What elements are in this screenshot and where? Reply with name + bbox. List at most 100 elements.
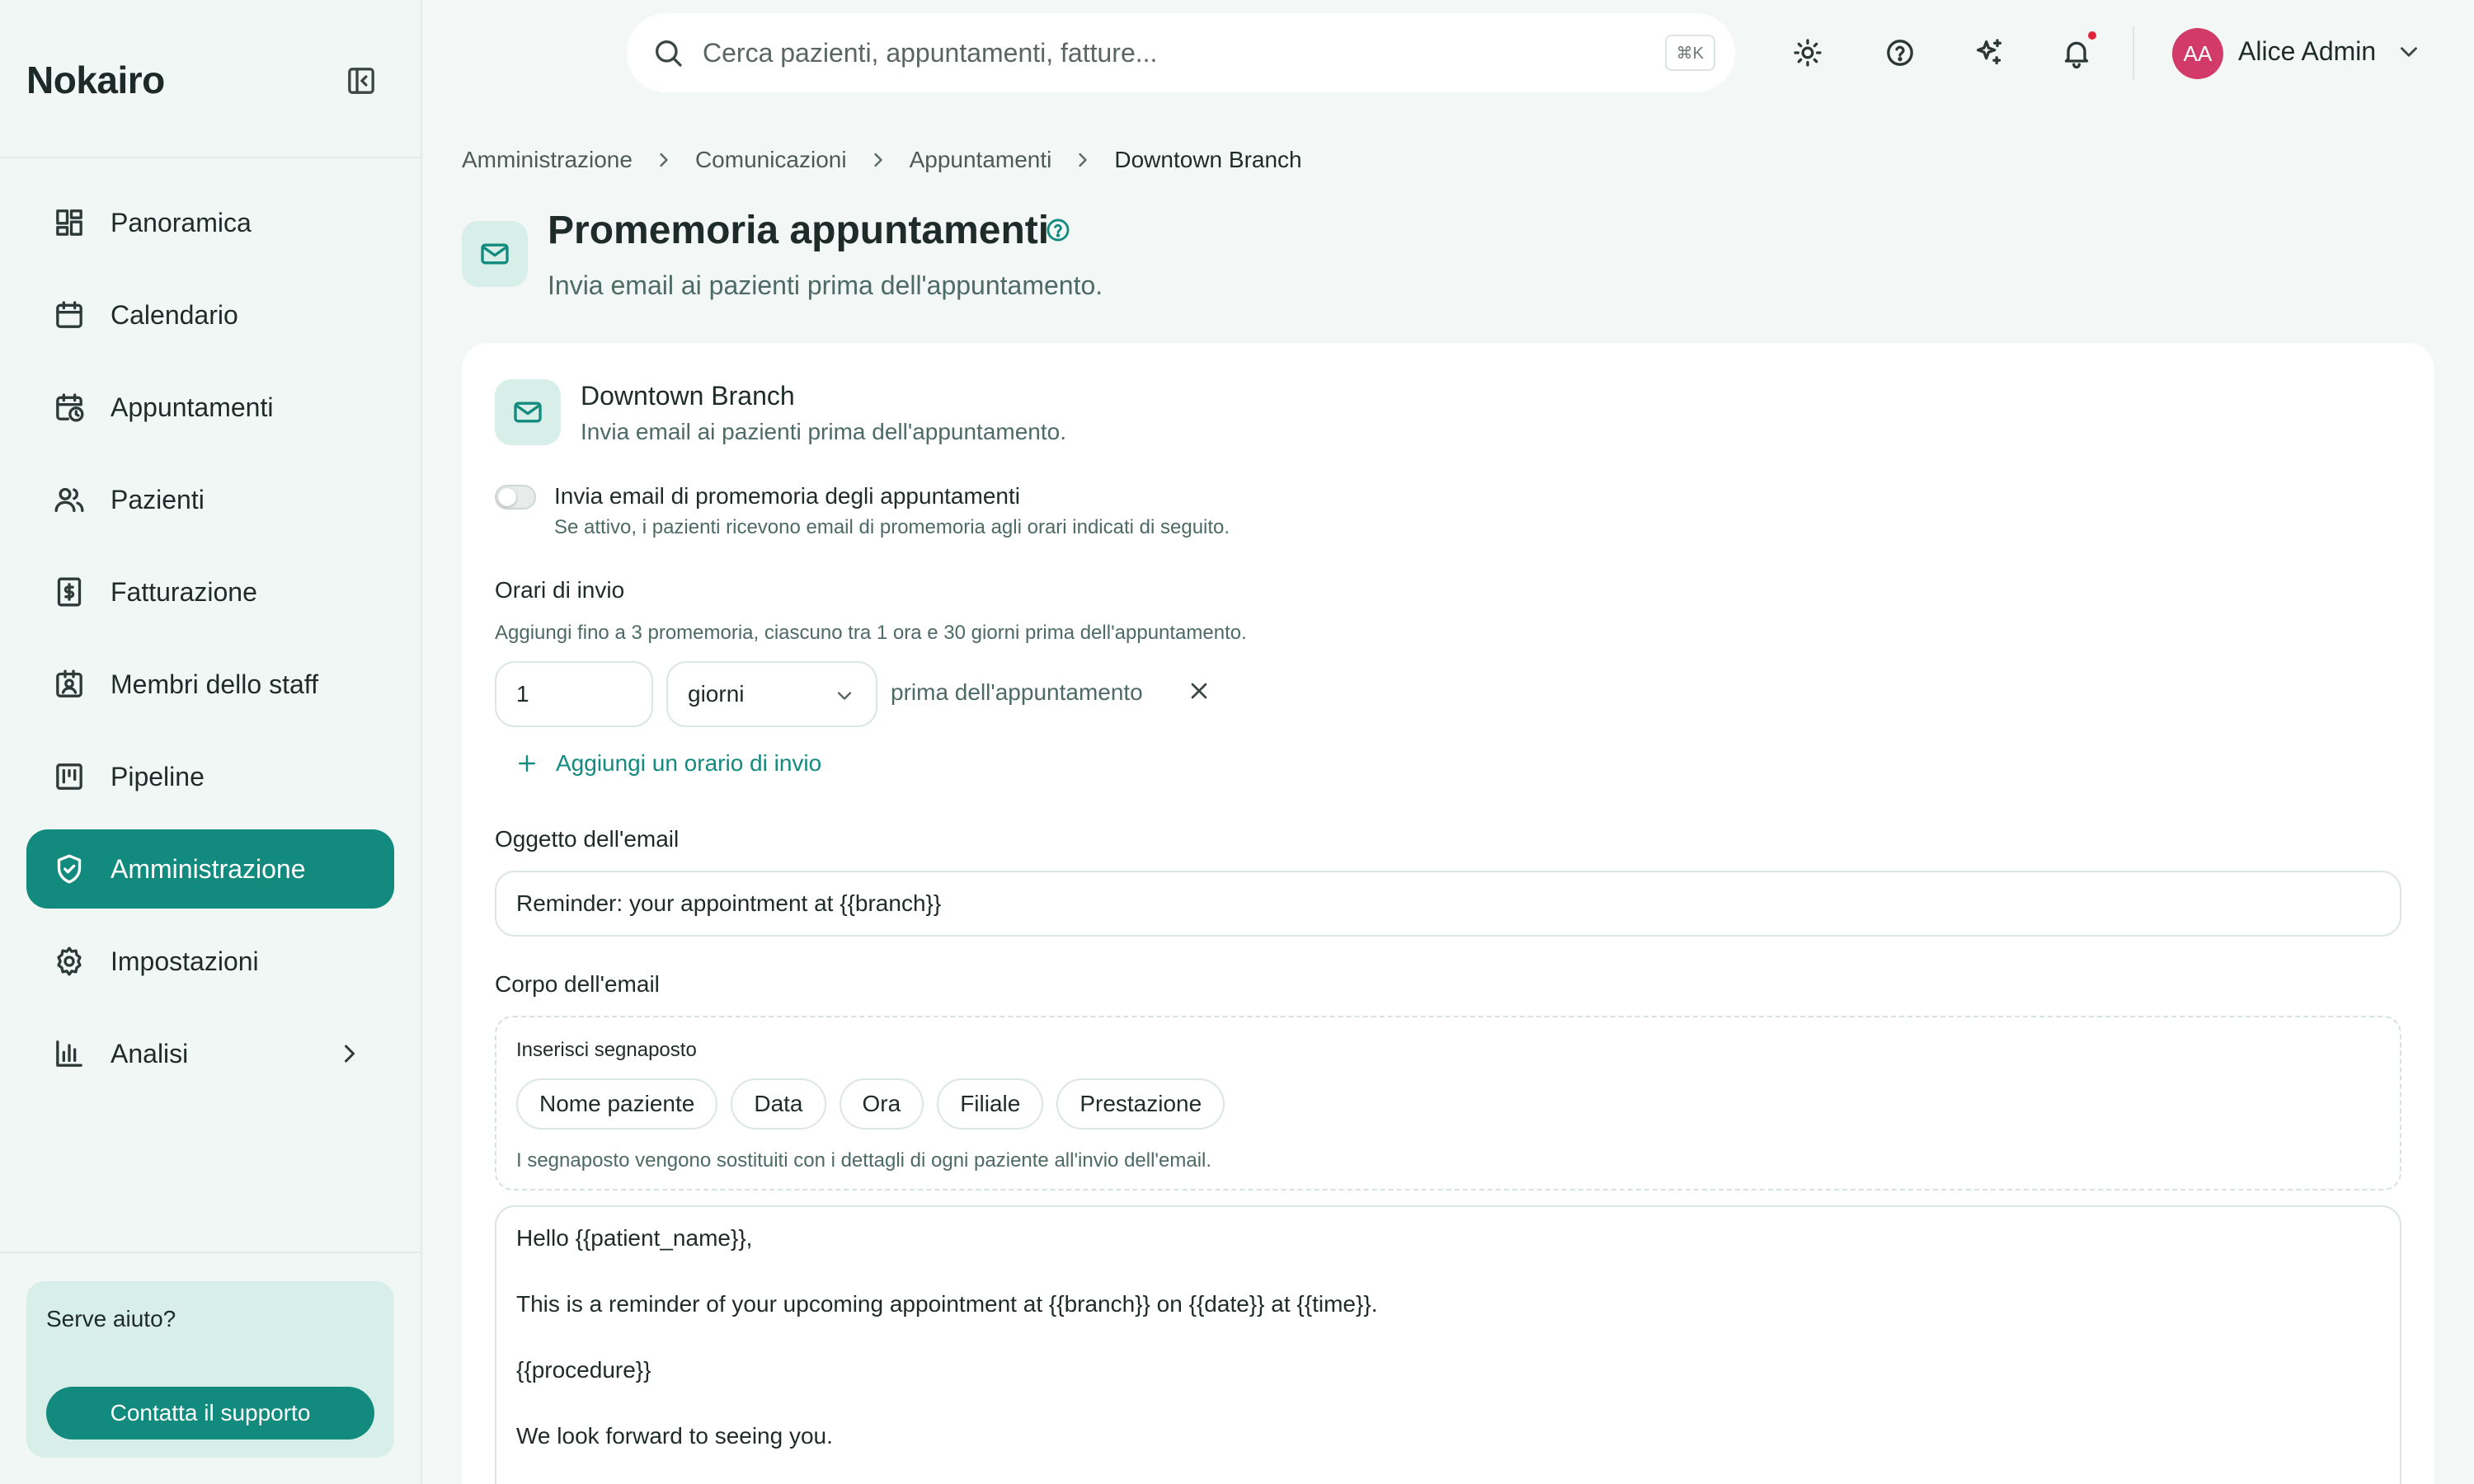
reminder-settings-card: Downtown Branch Invia email ai pazienti … <box>462 343 2434 1484</box>
users-icon <box>53 483 86 516</box>
sidebar-item-label: Calendario <box>111 299 238 330</box>
placeholder-chip-nome-paziente[interactable]: Nome paziente <box>516 1078 718 1129</box>
bar-chart-icon <box>53 1037 86 1070</box>
kanban-icon <box>53 760 86 793</box>
sidebar-item-label: Fatturazione <box>111 576 257 607</box>
mail-icon <box>462 221 528 287</box>
dashboard-icon <box>53 206 86 239</box>
sidebar-collapse-icon[interactable] <box>345 64 378 97</box>
ai-sparkles-icon[interactable] <box>1973 36 2006 69</box>
card-title: Downtown Branch <box>581 381 795 411</box>
email-body-line: We look forward to seeing you. <box>516 1423 833 1449</box>
sidebar-item-label: Pipeline <box>111 761 205 791</box>
search-icon <box>651 36 684 69</box>
placeholder-chip-ora[interactable]: Ora <box>839 1078 924 1129</box>
sidebar-footer: Serve aiuto? Contatta il supporto <box>0 1252 422 1484</box>
search-shortcut-badge: ⌘K <box>1664 35 1715 71</box>
reminder-amount-input[interactable]: 1 <box>495 661 653 727</box>
sidebar-item-label: Panoramica <box>111 207 252 237</box>
sidebar-item-label: Impostazioni <box>111 946 259 976</box>
breadcrumb-item-comunicazioni[interactable]: Comunicazioni <box>695 147 847 173</box>
sidebar-header: Nokairo <box>0 0 421 158</box>
sidebar-item-amministrazione[interactable]: Amministrazione <box>26 829 394 909</box>
breadcrumb-item-appuntamenti[interactable]: Appuntamenti <box>910 147 1052 173</box>
breadcrumb-item-amministrazione[interactable]: Amministrazione <box>462 147 633 173</box>
sidebar-item-label: Analisi <box>111 1038 189 1068</box>
sidebar-item-impostazioni[interactable]: Impostazioni <box>26 922 394 1001</box>
reminder-unit-value: giorni <box>688 681 745 707</box>
sidebar-item-fatturazione[interactable]: Fatturazione <box>26 552 394 632</box>
chevron-down-icon[interactable] <box>2395 38 2423 66</box>
sidebar-item-label: Appuntamenti <box>111 392 274 422</box>
reminder-toggle-label: Invia email di promemoria degli appuntam… <box>554 483 1020 509</box>
topbar-divider <box>2133 26 2134 79</box>
email-subject-input[interactable]: Reminder: your appointment at {{branch}} <box>495 871 2401 937</box>
contact-support-button[interactable]: Contatta il supporto <box>46 1387 374 1439</box>
placeholder-chips: Nome paziente Data Ora Filiale Prestazio… <box>516 1078 1238 1129</box>
sidebar-item-calendario[interactable]: Calendario <box>26 275 394 355</box>
breadcrumb-item-current: Downtown Branch <box>1114 147 1302 172</box>
user-name[interactable]: Alice Admin <box>2238 36 2376 67</box>
breadcrumb: Amministrazione Comunicazioni Appuntamen… <box>462 147 1302 173</box>
reminder-suffix-label: prima dell'appuntamento <box>891 679 1143 705</box>
schedule-help: Aggiungi fino a 3 promemoria, ciascuno t… <box>495 622 1247 644</box>
add-send-time-label: Aggiungi un orario di invio <box>556 750 822 776</box>
search-input[interactable] <box>703 37 1626 68</box>
sidebar-item-panoramica[interactable]: Panoramica <box>26 183 394 262</box>
page-title: Promemoria appuntamenti <box>548 209 1050 252</box>
theme-toggle-sun-icon[interactable] <box>1791 36 1824 69</box>
email-body-line: Hello {{patient_name}}, <box>516 1225 753 1251</box>
chevron-right-icon <box>1071 148 1094 171</box>
search-bar[interactable]: ⌘K <box>627 13 1735 92</box>
placeholder-help: I segnaposto vengono sostituiti con i de… <box>516 1149 1212 1172</box>
plus-icon <box>515 751 539 776</box>
notifications-bell-icon[interactable] <box>2060 36 2093 69</box>
email-body-blank-line <box>516 1321 2380 1354</box>
brand-logo[interactable]: Nokairo <box>26 58 165 102</box>
body-label: Corpo dell'email <box>495 971 660 997</box>
placeholder-chip-filiale[interactable]: Filiale <box>937 1078 1044 1129</box>
remove-reminder-close-icon[interactable] <box>1186 678 1212 704</box>
reminder-toggle[interactable] <box>495 485 536 510</box>
gear-icon <box>53 945 86 978</box>
schedule-label: Orari di invio <box>495 577 625 603</box>
subject-label: Oggetto dell'email <box>495 826 680 852</box>
staff-badge-icon <box>53 668 86 701</box>
email-body-line: This is a reminder of your upcoming appo… <box>516 1291 1378 1317</box>
sidebar-item-appuntamenti[interactable]: Appuntamenti <box>26 368 394 447</box>
reminder-unit-select[interactable]: giorni <box>666 661 877 727</box>
sidebar-item-pipeline[interactable]: Pipeline <box>26 737 394 816</box>
page-subtitle: Invia email ai pazienti prima dell'appun… <box>548 270 1103 300</box>
sidebar-item-label: Pazienti <box>111 484 205 514</box>
toggle-knob <box>498 488 516 506</box>
chevron-right-icon[interactable] <box>335 1039 365 1068</box>
placeholder-chip-prestazione[interactable]: Prestazione <box>1056 1078 1225 1129</box>
help-circle-icon[interactable] <box>1884 36 1917 69</box>
sidebar-item-pazienti[interactable]: Pazienti <box>26 460 394 539</box>
calendar-clock-icon <box>53 391 86 424</box>
sidebar-item-membri-staff[interactable]: Membri dello staff <box>26 645 394 724</box>
chevron-right-icon <box>652 148 675 171</box>
email-body-blank-line <box>516 1255 2380 1288</box>
card-subtitle: Invia email ai pazienti prima dell'appun… <box>581 419 1067 444</box>
help-card: Serve aiuto? Contatta il supporto <box>26 1281 394 1458</box>
mail-icon <box>495 379 561 445</box>
placeholder-chip-data[interactable]: Data <box>731 1078 826 1129</box>
email-body-blank-line <box>516 1387 2380 1420</box>
notification-dot <box>2086 30 2098 41</box>
add-send-time-button[interactable]: Aggiungi un orario di invio <box>515 750 821 777</box>
chevron-down-icon <box>833 684 856 707</box>
chevron-right-icon <box>867 148 890 171</box>
placeholder-title: Inserisci segnaposto <box>516 1039 697 1061</box>
receipt-icon <box>53 575 86 608</box>
help-title: Serve aiuto? <box>46 1306 176 1331</box>
help-circle-icon[interactable] <box>1044 216 1072 244</box>
avatar[interactable]: AA <box>2172 28 2223 79</box>
sidebar-item-label: Membri dello staff <box>111 669 318 699</box>
email-body-editor[interactable]: Hello {{patient_name}}, This is a remind… <box>495 1205 2401 1484</box>
sidebar-item-analisi[interactable]: Analisi <box>26 1014 394 1093</box>
sidebar-item-label: Amministrazione <box>111 853 306 884</box>
placeholder-panel: Inserisci segnaposto Nome paziente Data … <box>495 1016 2401 1190</box>
shield-check-icon <box>53 852 86 885</box>
reminder-toggle-help: Se attivo, i pazienti ricevono email di … <box>554 516 1230 538</box>
